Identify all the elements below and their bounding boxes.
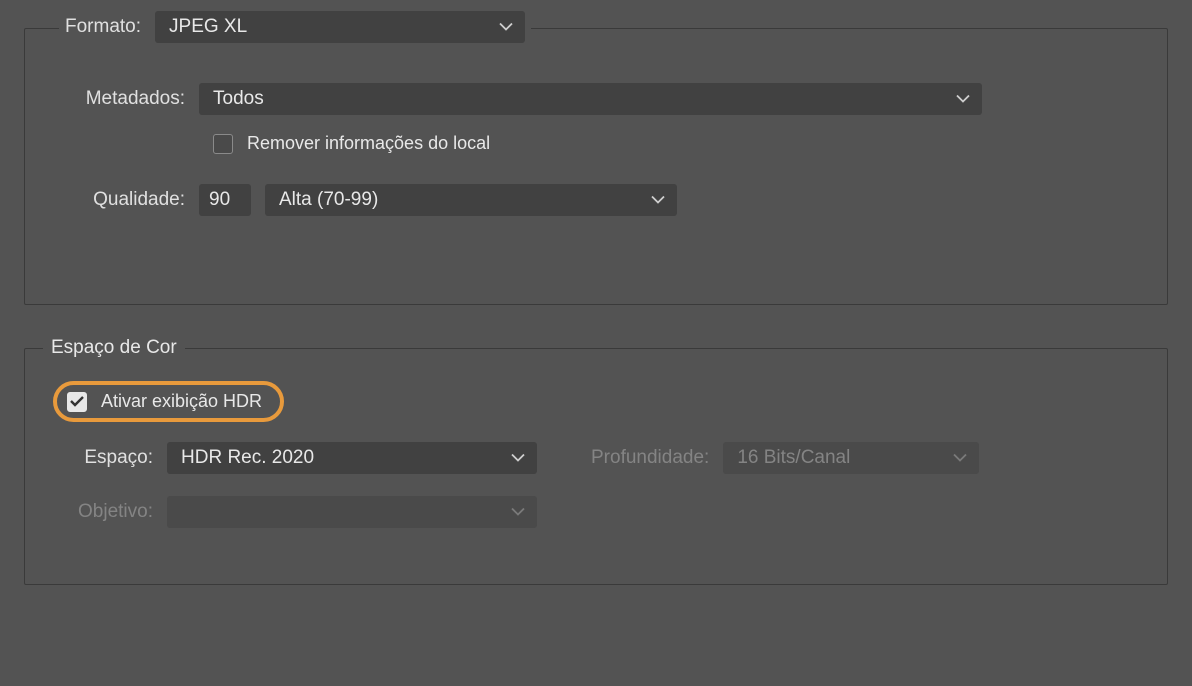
space-label: Espaço:: [53, 447, 153, 469]
metadata-select-value: Todos: [213, 88, 264, 110]
chevron-down-icon: [511, 508, 525, 517]
chevron-down-icon: [499, 23, 513, 32]
quality-input[interactable]: [199, 184, 251, 216]
color-space-fieldset: Espaço de Cor Ativar exibição HDR Espaço…: [24, 337, 1168, 585]
space-select[interactable]: HDR Rec. 2020: [167, 442, 537, 474]
chevron-down-icon: [953, 454, 967, 463]
space-select-value: HDR Rec. 2020: [181, 447, 314, 469]
chevron-down-icon: [651, 196, 665, 205]
hdr-highlight-pill: Ativar exibição HDR: [53, 381, 284, 422]
depth-select[interactable]: 16 Bits/Canal: [723, 442, 979, 474]
chevron-down-icon: [956, 95, 970, 104]
depth-select-value: 16 Bits/Canal: [737, 447, 850, 469]
depth-label: Profundidade:: [591, 447, 709, 469]
checkbox-box: [67, 392, 87, 412]
intent-select[interactable]: [167, 496, 537, 528]
format-fieldset: Formato: JPEG XL Metadados: Todos: [24, 28, 1168, 305]
color-space-legend: Espaço de Cor: [43, 337, 185, 359]
quality-preset-select[interactable]: Alta (70-99): [265, 184, 677, 216]
checkbox-box: [213, 134, 233, 154]
remove-location-label: Remover informações do local: [247, 133, 490, 154]
metadata-select[interactable]: Todos: [199, 83, 982, 115]
metadata-label: Metadados:: [53, 88, 185, 110]
quality-label: Qualidade:: [53, 189, 185, 211]
chevron-down-icon: [511, 454, 525, 463]
quality-preset-value: Alta (70-99): [279, 189, 378, 211]
hdr-enable-label: Ativar exibição HDR: [101, 391, 262, 412]
remove-location-checkbox[interactable]: Remover informações do local: [213, 133, 490, 154]
hdr-enable-checkbox[interactable]: Ativar exibição HDR: [67, 391, 262, 412]
format-select[interactable]: JPEG XL: [155, 11, 525, 43]
format-label: Formato:: [65, 16, 141, 38]
intent-label: Objetivo:: [53, 501, 153, 523]
format-select-value: JPEG XL: [169, 16, 247, 38]
